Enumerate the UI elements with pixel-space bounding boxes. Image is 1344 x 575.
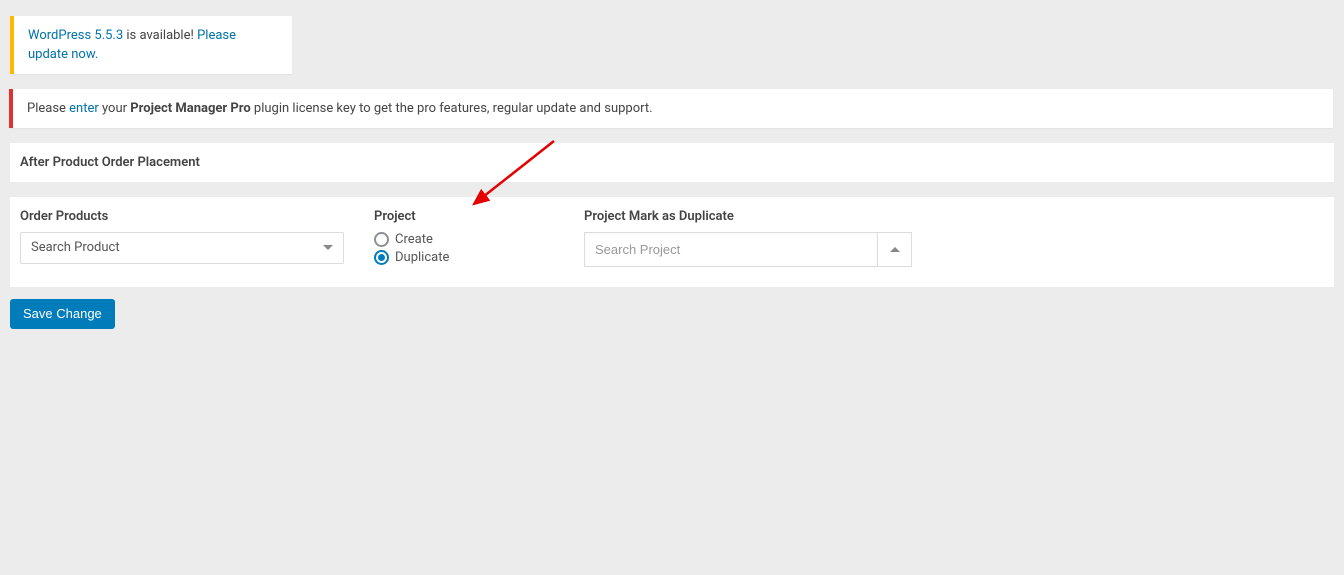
- section-title: After Product Order Placement: [20, 155, 1324, 170]
- project-label: Project: [374, 209, 554, 224]
- license-suffix: plugin license key to get the pro featur…: [251, 101, 653, 116]
- license-prefix: Please: [27, 101, 69, 116]
- project-duplicate-field: Project Mark as Duplicate: [584, 209, 912, 267]
- order-products-placeholder: Search Product: [31, 240, 120, 255]
- project-create-label: Create: [395, 232, 433, 247]
- wordpress-version-link[interactable]: WordPress 5.5.3: [28, 28, 123, 43]
- project-radio-create[interactable]: Create: [374, 232, 554, 247]
- radio-checked-icon: [374, 250, 389, 265]
- project-radio-duplicate[interactable]: Duplicate: [374, 250, 554, 265]
- license-notice: Please enter your Project Manager Pro pl…: [9, 89, 1333, 128]
- project-duplicate-combo: [584, 232, 912, 267]
- wordpress-update-notice: WordPress 5.5.3 is available! Please upd…: [10, 16, 292, 74]
- project-duplicate-input[interactable]: [584, 232, 878, 267]
- license-product-name: Project Manager Pro: [130, 101, 250, 116]
- section-header: After Product Order Placement: [10, 143, 1334, 182]
- project-field: Project Create Duplicate: [374, 209, 554, 267]
- save-change-button[interactable]: Save Change: [10, 299, 115, 329]
- license-enter-link[interactable]: enter: [69, 101, 99, 116]
- chevron-up-icon: [890, 247, 900, 252]
- order-products-label: Order Products: [20, 209, 344, 224]
- update-notice-text: is available!: [123, 28, 197, 43]
- project-duplicate-toggle[interactable]: [878, 232, 912, 267]
- project-duplicate-label-text: Project Mark as Duplicate: [584, 209, 912, 224]
- order-products-select[interactable]: Search Product: [20, 232, 344, 264]
- order-products-field: Order Products Search Product: [20, 209, 344, 267]
- radio-icon: [374, 232, 389, 247]
- project-duplicate-label: Duplicate: [395, 250, 449, 265]
- settings-panel: Order Products Search Product Project Cr…: [10, 197, 1334, 287]
- chevron-down-icon: [323, 245, 333, 250]
- license-middle: your: [99, 101, 131, 116]
